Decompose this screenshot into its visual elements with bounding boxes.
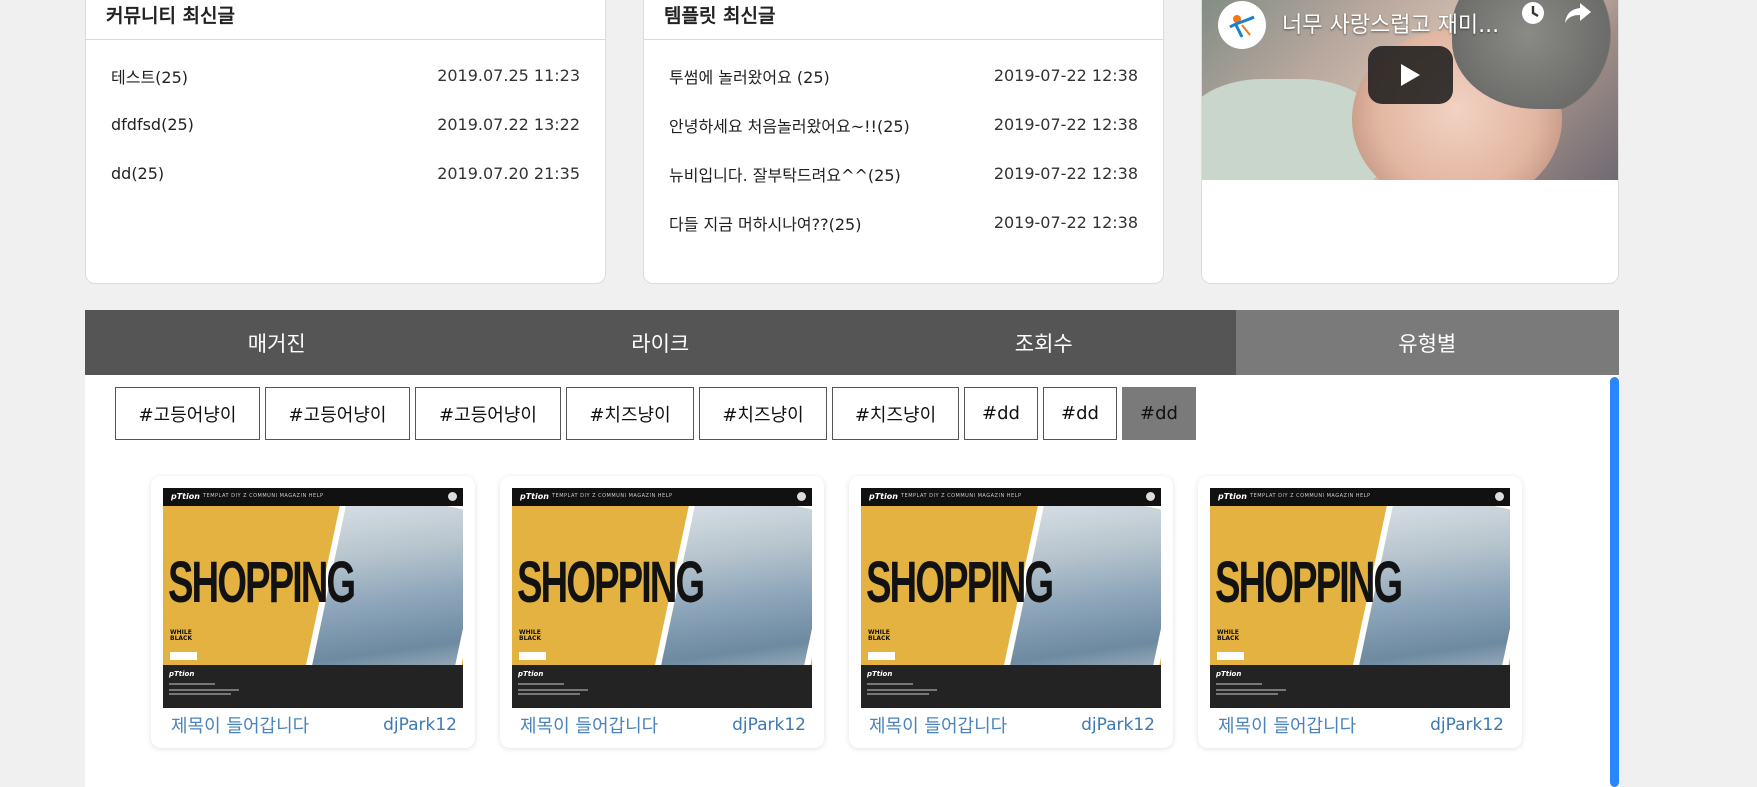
- share-icon[interactable]: [1563, 0, 1593, 31]
- thumbnail-subline: BLACK: [1217, 635, 1240, 642]
- list-item[interactable]: dd(25) 2019.07.20 21:35: [111, 149, 580, 198]
- play-icon[interactable]: [1368, 46, 1453, 104]
- thumbnail-subline: BLACK: [519, 635, 542, 642]
- post-title[interactable]: 뉴비입니다. 잘부탁드려요^^(25): [669, 162, 901, 186]
- list-item[interactable]: 뉴비입니다. 잘부탁드려요^^(25) 2019-07-22 12:38: [669, 149, 1138, 198]
- thumbnail-headline: SHOPPING: [517, 550, 705, 615]
- divider: [644, 39, 1163, 40]
- post-title[interactable]: dfdfsd(25): [111, 115, 194, 134]
- post-date: 2019-07-22 12:38: [993, 115, 1138, 134]
- tag-chip[interactable]: #고등어냥이: [415, 387, 561, 440]
- card-thumbnail[interactable]: pTtion TEMPLAT DIY Z COMMUNI MAGAZIN HELP…: [512, 488, 812, 708]
- card-thumbnail[interactable]: pTtion TEMPLAT DIY Z COMMUNI MAGAZIN HELP…: [163, 488, 463, 708]
- card-title[interactable]: 제목이 들어갑니다: [520, 712, 658, 738]
- card-title[interactable]: 제목이 들어갑니다: [171, 712, 309, 738]
- post-title[interactable]: dd(25): [111, 164, 164, 183]
- community-post-list: 테스트(25) 2019.07.25 11:23 dfdfsd(25) 2019…: [111, 51, 580, 198]
- tag-chip[interactable]: #고등어냥이: [265, 387, 410, 440]
- card-author[interactable]: djPark12: [732, 715, 806, 735]
- tag-chip-selected[interactable]: #dd: [1122, 387, 1196, 440]
- template-card[interactable]: pTtion TEMPLAT DIY Z COMMUNI MAGAZIN HELP…: [1198, 476, 1522, 748]
- tab-like[interactable]: 라이크: [468, 310, 852, 375]
- video-title[interactable]: 너무 사랑스럽고 재미...: [1282, 7, 1499, 39]
- category-tabs: 매거진 라이크 조회수 유형별: [85, 310, 1619, 375]
- post-date: 2019-07-22 12:38: [993, 213, 1138, 232]
- post-title[interactable]: 투썸에 놀러왔어요 (25): [669, 64, 830, 88]
- channel-logo-icon[interactable]: [1218, 1, 1266, 49]
- thumbnail-headline: SHOPPING: [866, 550, 1054, 615]
- card-title[interactable]: 제목이 들어갑니다: [869, 712, 1007, 738]
- tag-chip[interactable]: #치즈냥이: [832, 387, 959, 440]
- list-item[interactable]: dfdfsd(25) 2019.07.22 13:22: [111, 100, 580, 149]
- tag-chip[interactable]: #dd: [1043, 387, 1117, 440]
- tab-views[interactable]: 조회수: [852, 310, 1236, 375]
- post-date: 2019-07-22 12:38: [993, 66, 1138, 85]
- tag-chip[interactable]: #치즈냥이: [566, 387, 694, 440]
- template-card[interactable]: pTtion TEMPLAT DIY Z COMMUNI MAGAZIN HELP…: [849, 476, 1173, 748]
- post-date: 2019.07.22 13:22: [437, 115, 580, 134]
- post-date: 2019-07-22 12:38: [993, 164, 1138, 183]
- list-item[interactable]: 테스트(25) 2019.07.25 11:23: [111, 51, 580, 100]
- tab-magazine[interactable]: 매거진: [85, 310, 469, 375]
- tab-by-type[interactable]: 유형별: [1235, 310, 1619, 375]
- card-author[interactable]: djPark12: [383, 715, 457, 735]
- video-panel: 너무 사랑스럽고 재미...: [1201, 0, 1619, 284]
- community-latest-title: 커뮤니티 최신글: [106, 5, 235, 27]
- list-item[interactable]: 안녕하세요 처음놀러왔어요~!!(25) 2019-07-22 12:38: [669, 100, 1138, 149]
- list-item[interactable]: 다들 지금 머하시나여??(25) 2019-07-22 12:38: [669, 198, 1138, 247]
- divider: [86, 39, 605, 40]
- template-card[interactable]: pTtion TEMPLAT DIY Z COMMUNI MAGAZIN HELP…: [151, 476, 475, 748]
- tag-chip[interactable]: #치즈냥이: [699, 387, 827, 440]
- post-title[interactable]: 안녕하세요 처음놀러왔어요~!!(25): [669, 113, 910, 137]
- video-player[interactable]: 너무 사랑스럽고 재미...: [1202, 0, 1618, 180]
- thumbnail-subline: BLACK: [868, 635, 891, 642]
- list-item[interactable]: 투썸에 놀러왔어요 (25) 2019-07-22 12:38: [669, 51, 1138, 100]
- scrollbar[interactable]: [1610, 377, 1619, 787]
- card-thumbnail[interactable]: pTtion TEMPLAT DIY Z COMMUNI MAGAZIN HELP…: [1210, 488, 1510, 708]
- thumbnail-headline: SHOPPING: [168, 550, 356, 615]
- tag-chip[interactable]: #dd: [964, 387, 1038, 440]
- community-latest-panel: 커뮤니티 최신글 테스트(25) 2019.07.25 11:23 dfdfsd…: [85, 0, 606, 284]
- post-date: 2019.07.20 21:35: [437, 164, 580, 183]
- thumbnail-subline: BLACK: [170, 635, 193, 642]
- template-latest-panel: 템플릿 최신글 투썸에 놀러왔어요 (25) 2019-07-22 12:38 …: [643, 0, 1164, 284]
- post-title[interactable]: 다들 지금 머하시나여??(25): [669, 211, 861, 235]
- template-card[interactable]: pTtion TEMPLAT DIY Z COMMUNI MAGAZIN HELP…: [500, 476, 824, 748]
- post-title[interactable]: 테스트(25): [111, 64, 188, 88]
- template-post-list: 투썸에 놀러왔어요 (25) 2019-07-22 12:38 안녕하세요 처음…: [669, 51, 1138, 247]
- watch-later-icon[interactable]: [1519, 0, 1547, 31]
- card-thumbnail[interactable]: pTtion TEMPLAT DIY Z COMMUNI MAGAZIN HELP…: [861, 488, 1161, 708]
- tag-filter-list: #고등어냥이 #고등어냥이 #고등어냥이 #치즈냥이 #치즈냥이 #치즈냥이 #…: [115, 387, 1201, 440]
- thumbnail-headline: SHOPPING: [1215, 550, 1403, 615]
- card-author[interactable]: djPark12: [1081, 715, 1155, 735]
- tag-chip[interactable]: #고등어냥이: [115, 387, 260, 440]
- template-latest-title: 템플릿 최신글: [664, 5, 776, 27]
- card-title[interactable]: 제목이 들어갑니다: [1218, 712, 1356, 738]
- post-date: 2019.07.25 11:23: [437, 66, 580, 85]
- card-author[interactable]: djPark12: [1430, 715, 1504, 735]
